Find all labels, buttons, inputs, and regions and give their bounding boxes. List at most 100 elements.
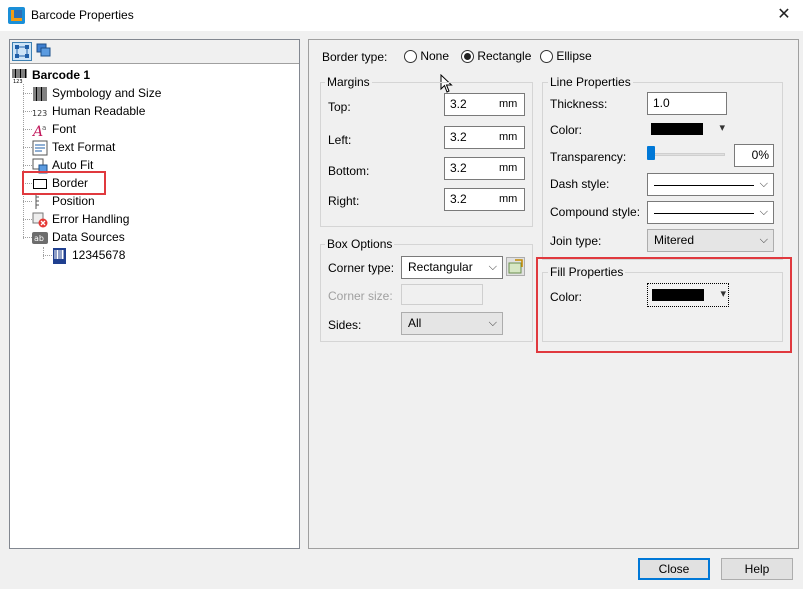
- tree-item-label: Text Format: [52, 140, 116, 154]
- title-bar: Barcode Properties ✕: [0, 0, 803, 31]
- help-button[interactable]: Help: [721, 558, 793, 580]
- border-type-label: Border type:: [322, 50, 388, 64]
- tree-item-label: Auto Fit: [52, 158, 94, 172]
- tree-item-font[interactable]: A a Font: [32, 120, 76, 138]
- line-color-swatch: [651, 123, 703, 135]
- layers-view-button[interactable]: [35, 42, 55, 61]
- tree-item-label: Human Readable: [52, 104, 146, 118]
- tree-connector: [23, 165, 32, 166]
- svg-text:ab: ab: [34, 234, 44, 243]
- barcode-root-icon: 123: [12, 68, 27, 84]
- margin-left-field[interactable]: 3.2 mm: [444, 126, 525, 149]
- dash-style-label: Dash style:: [550, 177, 610, 191]
- tree-item-data-value[interactable]: 12345678: [52, 246, 125, 264]
- transparency-value: 0%: [751, 148, 769, 162]
- svg-text:123: 123: [32, 109, 47, 118]
- join-type-label: Join type:: [550, 234, 602, 248]
- join-type-select[interactable]: Mitered ⌵: [647, 229, 774, 252]
- fill-properties-highlight: [536, 257, 792, 353]
- corner-type-value: Rectangular: [408, 260, 473, 274]
- margin-right-field[interactable]: 3.2 mm: [444, 188, 525, 211]
- layers-icon: [36, 43, 51, 57]
- margin-left-value: 3.2: [450, 130, 467, 144]
- tree-connector: [43, 247, 44, 259]
- svg-text:a: a: [42, 124, 46, 132]
- compound-style-label: Compound style:: [550, 205, 641, 219]
- radio-ellipse-label: Ellipse: [556, 49, 592, 63]
- data-sources-icon: ab: [32, 231, 48, 244]
- dash-style-select[interactable]: ⌵: [647, 173, 774, 196]
- app-logo-icon: [8, 7, 25, 24]
- radio-ellipse[interactable]: Ellipse: [540, 49, 592, 64]
- slider-thumb[interactable]: [647, 146, 655, 160]
- tree-item-error-handling[interactable]: Error Handling: [32, 210, 129, 228]
- tree-item-label: 12345678: [72, 248, 126, 262]
- thickness-field[interactable]: 1.0: [647, 92, 727, 115]
- corner-edit-button[interactable]: [506, 257, 525, 276]
- thickness-label: Thickness:: [550, 97, 608, 111]
- tree-item-text-format[interactable]: Text Format: [32, 138, 115, 156]
- corner-type-select[interactable]: Rectangular ⌵: [401, 256, 503, 279]
- line-properties-title: Line Properties: [548, 75, 633, 89]
- window-title: Barcode Properties: [31, 8, 134, 22]
- transparency-label: Transparency:: [550, 150, 627, 164]
- corner-size-label: Corner size:: [328, 289, 393, 303]
- position-icon: [35, 194, 39, 209]
- tree-connector: [23, 93, 32, 94]
- dropdown-arrow-icon: ▾: [719, 122, 725, 134]
- tree-view-button[interactable]: [12, 42, 32, 61]
- radio-none-indicator[interactable]: [404, 50, 417, 64]
- close-button[interactable]: Close: [638, 558, 710, 580]
- tree-item-symbology[interactable]: Symbology and Size: [32, 84, 161, 102]
- chevron-down-icon: ⌵: [759, 178, 768, 190]
- margin-top-label: Top:: [328, 100, 351, 114]
- window-close-button[interactable]: ✕: [771, 3, 797, 27]
- tree-connector: [43, 255, 52, 256]
- margins-title: Margins: [325, 75, 372, 89]
- margin-top-unit: mm: [499, 98, 518, 110]
- tree-item-data-sources[interactable]: ab Data Sources: [32, 228, 125, 246]
- tree-item-human-readable[interactable]: 123 Human Readable: [32, 102, 145, 120]
- chevron-down-icon: ⌵: [759, 206, 768, 218]
- transparency-slider[interactable]: [647, 146, 725, 160]
- transparency-field[interactable]: 0%: [734, 144, 774, 167]
- tree-root-barcode[interactable]: 123 Barcode 1: [12, 66, 90, 84]
- margin-right-label: Right:: [328, 194, 360, 208]
- font-icon: A a: [32, 124, 46, 138]
- margin-left-label: Left:: [328, 133, 352, 147]
- margin-top-field[interactable]: 3.2 mm: [444, 93, 525, 116]
- tree-connector: [23, 219, 32, 220]
- line-color-picker[interactable]: ▾: [647, 118, 727, 140]
- barcode-icon: [33, 86, 47, 101]
- margin-left-unit: mm: [499, 131, 518, 143]
- margin-bottom-label: Bottom:: [328, 164, 370, 178]
- compound-style-select[interactable]: ⌵: [647, 201, 774, 224]
- tree-toolbar: [10, 40, 299, 64]
- margin-right-unit: mm: [499, 193, 518, 205]
- tree-connector: [23, 147, 32, 148]
- margin-top-value: 3.2: [450, 97, 467, 111]
- line-color-label: Color:: [550, 123, 583, 137]
- dash-style-sample: [654, 185, 754, 186]
- svg-text:123: 123: [13, 79, 23, 84]
- chevron-down-icon: ⌵: [488, 261, 497, 273]
- chevron-down-icon: ⌵: [488, 317, 497, 329]
- radio-ellipse-indicator[interactable]: [540, 50, 553, 64]
- border-item-highlight: [22, 171, 106, 195]
- radio-none[interactable]: None: [404, 49, 449, 64]
- radio-rectangle[interactable]: Rectangle: [461, 49, 531, 64]
- thickness-value: 1.0: [653, 96, 670, 110]
- corner-size-field: [401, 284, 483, 305]
- tree-view-icon: [15, 45, 29, 58]
- error-icon: [32, 212, 48, 228]
- sides-select[interactable]: All ⌵: [401, 312, 503, 335]
- radio-rectangle-indicator[interactable]: [461, 50, 474, 64]
- box-options-title: Box Options: [325, 237, 395, 251]
- corner-type-label: Corner type:: [328, 261, 395, 275]
- margin-bottom-field[interactable]: 3.2 mm: [444, 157, 525, 180]
- slider-track: [647, 153, 725, 156]
- tree-item-label: Font: [52, 122, 77, 136]
- margin-right-value: 3.2: [450, 192, 467, 206]
- tree-connector: [23, 111, 32, 112]
- data-field-icon: [53, 247, 66, 264]
